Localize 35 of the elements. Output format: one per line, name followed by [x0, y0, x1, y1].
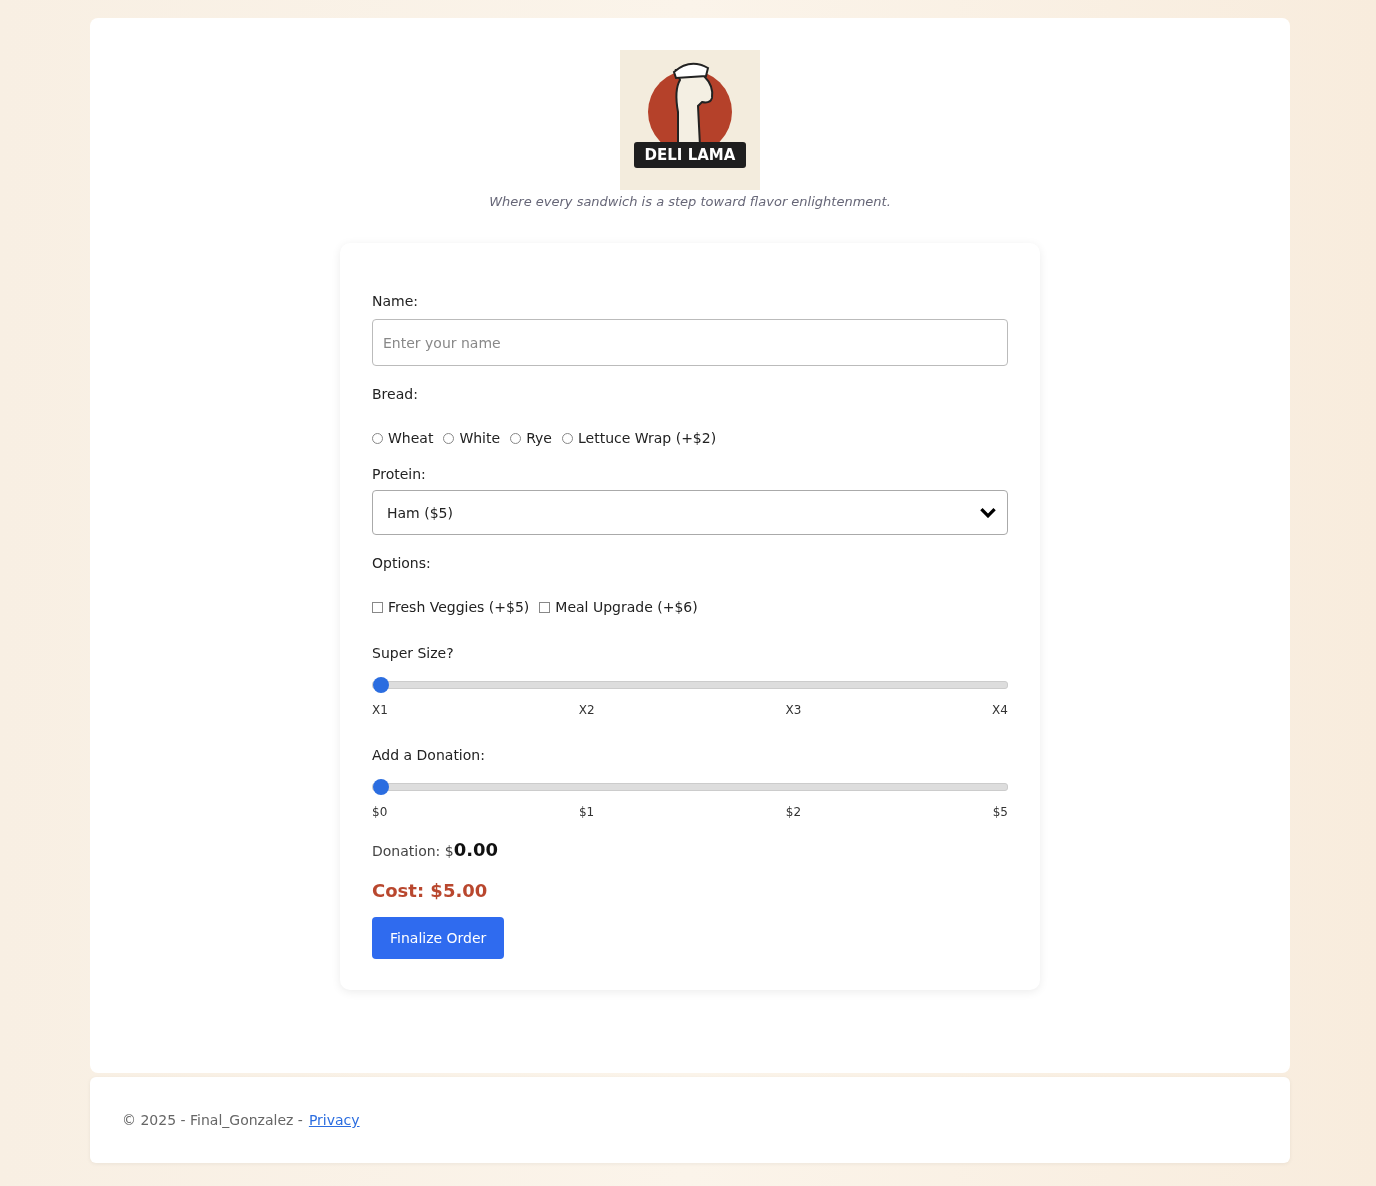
finalize-order-button[interactable]: Finalize Order: [372, 917, 505, 959]
logo: DELI LAMA: [620, 50, 760, 190]
name-input[interactable]: Enter your name: [372, 319, 1008, 366]
tick-label: X2: [578, 703, 595, 717]
tagline: Where every sandwich is a step toward flavor enlightenment.: [489, 194, 891, 209]
total-cost: Cost: $5.00: [372, 880, 488, 901]
donation-amount: 0.00: [453, 839, 499, 860]
slider-thumb[interactable]: [373, 779, 389, 795]
donation-label: Donation: $: [372, 843, 454, 859]
checkbox[interactable]: [372, 601, 383, 613]
tick-label: $0: [372, 805, 388, 819]
field-label: Add a Donation:: [372, 747, 486, 763]
radio-label: Lettuce Wrap (+$2): [578, 430, 717, 446]
tick-label: X4: [992, 703, 1008, 717]
copyright-text: © 2025 - Final_Gonzalez -: [122, 1112, 303, 1128]
tick-label: $5: [992, 805, 1008, 819]
checkbox-label: Fresh Veggies (+$5): [388, 599, 530, 615]
field-label: Bread:: [372, 386, 418, 402]
radio-label: Wheat: [388, 430, 434, 446]
privacy-link[interactable]: Privacy: [308, 1112, 360, 1128]
field-label: Name:: [372, 293, 419, 309]
tick-label: X3: [785, 703, 802, 717]
field-label: Super Size?: [372, 645, 455, 661]
tick-label: $1: [578, 805, 595, 819]
slider-thumb[interactable]: [373, 677, 389, 693]
radio-label: Rye: [526, 430, 552, 446]
tick-label: $2: [785, 805, 802, 819]
field-label: Protein:: [372, 466, 426, 482]
checkbox[interactable]: [539, 601, 551, 613]
checkbox-label: Meal Upgrade (+$6): [555, 599, 698, 615]
protein-dropdown[interactable]: Ham ($5): [372, 490, 1008, 535]
field-label: Options:: [372, 555, 431, 571]
chevron-down-icon: [979, 507, 997, 518]
tick-label: X1: [372, 703, 388, 717]
radio-label: White: [459, 430, 501, 446]
